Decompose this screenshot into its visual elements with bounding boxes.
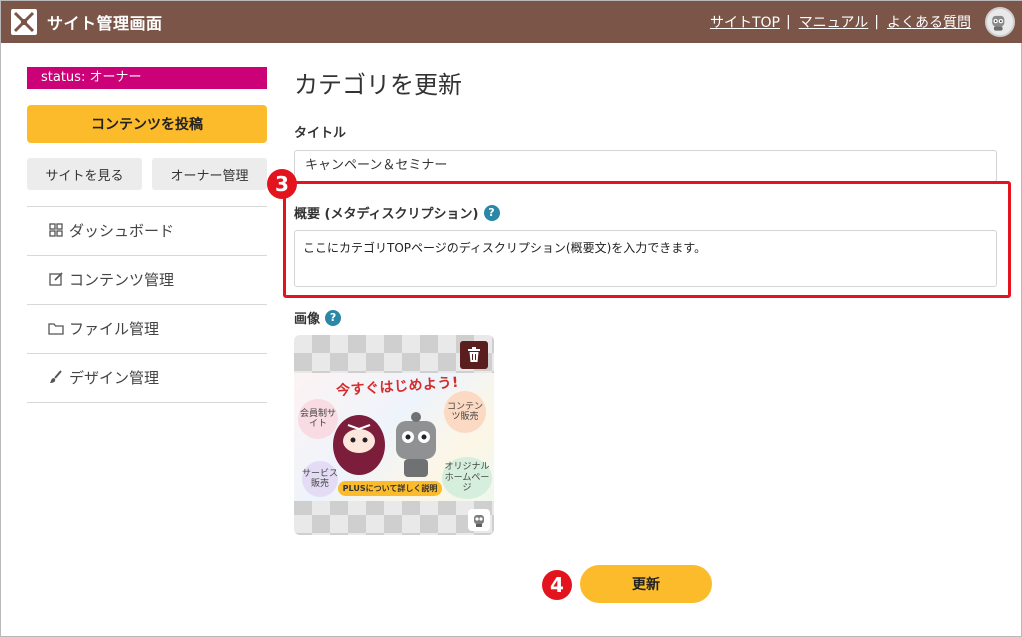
mascot-illustration-icon [333, 412, 436, 477]
post-content-button[interactable]: コンテンツを投稿 [27, 105, 267, 143]
manual-link[interactable]: マニュアル [799, 12, 869, 32]
delete-image-button[interactable] [460, 341, 488, 369]
page-title: カテゴリを更新 [294, 71, 462, 99]
description-label-text: 概要 (メタディスクリプション) [294, 207, 479, 222]
description-textarea[interactable]: ここにカテゴリTOPページのディスクリプション(概要文)を入力できます。 [294, 230, 997, 287]
app-title: サイト管理画面 [47, 14, 163, 33]
robot-mascot-icon [468, 509, 490, 531]
edit-icon [49, 272, 63, 286]
sidebar-item-label: ダッシュボード [69, 221, 175, 240]
help-icon[interactable]: ? [483, 204, 500, 221]
faq-link[interactable]: よくある質問 [887, 12, 971, 32]
preview-explain-badge: PLUSについて詳しく説明 [338, 481, 442, 496]
robot-avatar-icon [992, 15, 1005, 31]
image-label: 画像 ? [294, 308, 342, 327]
view-site-button[interactable]: サイトを見る [27, 158, 142, 190]
title-input[interactable]: キャンペーン＆セミナー [294, 150, 997, 182]
brush-icon [50, 370, 62, 383]
sidebar-item-dashboard[interactable]: ダッシュボード [27, 206, 267, 254]
sidebar-item-label: ファイル管理 [69, 319, 160, 338]
status-badge: status: オーナー [27, 67, 267, 89]
folder-icon [48, 323, 64, 335]
sidebar-item-design[interactable]: デザイン管理 [27, 353, 267, 401]
nav-separator: | [874, 14, 879, 30]
image-preview-card[interactable]: 今すぐはじめよう! 会員制サイト コンテンツ販売 オリジナルホームページ サービ… [294, 335, 494, 535]
sidebar-item-files[interactable]: ファイル管理 [27, 304, 267, 352]
step-4-badge: 4 [542, 570, 572, 600]
title-label: タイトル [294, 122, 346, 141]
help-icon[interactable]: ? [325, 309, 342, 326]
menu-divider [27, 402, 267, 403]
description-label: 概要 (メタディスクリプション) ? [294, 203, 500, 222]
update-button[interactable]: 更新 [580, 565, 712, 603]
image-label-text: 画像 [294, 312, 321, 327]
sidebar-item-label: コンテンツ管理 [69, 270, 175, 289]
avatar[interactable] [985, 7, 1015, 37]
header-nav: サイトTOP | マニュアル | よくある質問 [710, 12, 971, 32]
sidebar-item-content[interactable]: コンテンツ管理 [27, 255, 267, 303]
logo-icon [11, 9, 37, 35]
owner-manage-button[interactable]: オーナー管理 [152, 158, 267, 190]
step-3-badge: 3 [267, 169, 297, 199]
trash-icon [468, 347, 480, 362]
preview-banner-text: 今すぐはじめよう! [335, 374, 460, 400]
site-top-link[interactable]: サイトTOP [710, 12, 780, 32]
image-preview: 今すぐはじめよう! 会員制サイト コンテンツ販売 オリジナルホームページ サービ… [294, 373, 494, 501]
sidebar-item-label: デザイン管理 [69, 368, 160, 387]
header-bar: サイト管理画面 サイトTOP | マニュアル | よくある質問 [1, 1, 1022, 43]
nav-separator: | [785, 14, 791, 30]
dashboard-icon [49, 223, 63, 237]
title-label-text: タイトル [294, 126, 347, 141]
